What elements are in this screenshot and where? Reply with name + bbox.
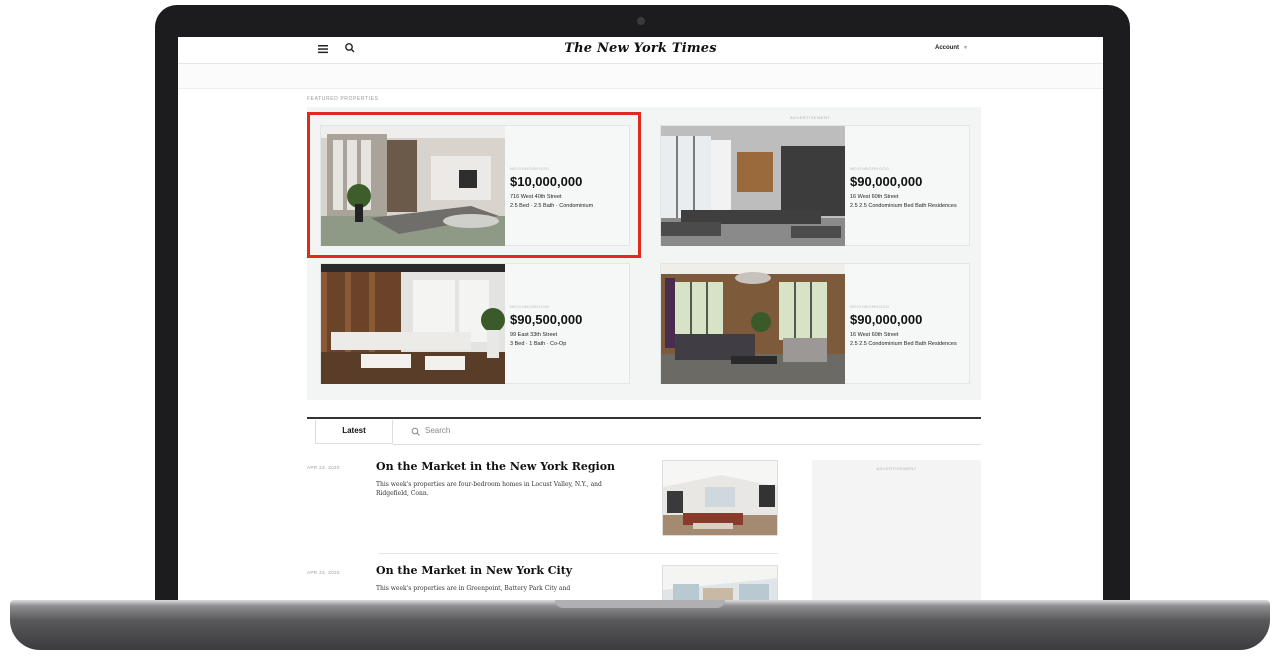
article-date: APR 23, 2020 xyxy=(307,570,340,575)
card-details: 2.5 2.5 Condominium Bed Bath Residences xyxy=(850,341,957,347)
property-photo[interactable] xyxy=(661,126,845,246)
card-details: 3 Bed · 1 Bath · Co-Op xyxy=(510,341,567,347)
article-summary: This week's properties are four-bedroom … xyxy=(376,481,602,497)
highlight-annotation xyxy=(307,112,641,258)
card-details: 2.5 2.5 Condominium Bed Bath Residences xyxy=(850,203,957,209)
card-address: 99 East 33th Street xyxy=(510,332,558,338)
search-placeholder: Search xyxy=(425,426,451,435)
article-thumbnail[interactable] xyxy=(662,460,778,536)
property-photo[interactable] xyxy=(661,264,845,384)
account-button[interactable]: Account xyxy=(935,45,959,51)
card-price[interactable]: $90,000,000 xyxy=(850,174,922,189)
article-title[interactable]: On the Market in New York City xyxy=(376,564,572,577)
ad-label: ADVERTISEMENT xyxy=(790,115,831,120)
property-card[interactable]: NEIGHBORHOOD $90,000,000 16 West 60th St… xyxy=(660,125,970,246)
card-price[interactable]: $90,500,000 xyxy=(510,312,582,327)
card-address: 16 West 60th Street xyxy=(850,194,899,200)
property-photo[interactable] xyxy=(321,264,505,384)
card-neighborhood: NEIGHBORHOOD xyxy=(510,304,550,309)
card-neighborhood: NEIGHBORHOOD xyxy=(850,166,890,171)
featured-section-label: FEATURED PROPERTIES xyxy=(307,96,379,102)
search-tab[interactable]: Search xyxy=(411,424,811,440)
property-card[interactable]: NEIGHBORHOOD $90,500,000 99 East 33th St… xyxy=(320,263,630,384)
article-date: APR 23, 2020 xyxy=(307,465,340,470)
article-title[interactable]: On the Market in the New York Region xyxy=(376,460,615,473)
tabs-baseline xyxy=(393,444,981,445)
search-icon xyxy=(411,427,420,436)
article-summary: This week's properties are in Greenpoint… xyxy=(376,585,571,592)
tabs-divider xyxy=(307,417,981,419)
camera-icon xyxy=(637,17,645,25)
ad-label: ADVERTISEMENT xyxy=(876,466,917,471)
card-price[interactable]: $90,000,000 xyxy=(850,312,922,327)
sidebar-advertisement[interactable]: ADVERTISEMENT xyxy=(812,460,981,600)
tab-latest[interactable]: Latest xyxy=(315,420,393,444)
article-thumbnail[interactable] xyxy=(662,565,778,600)
laptop-notch xyxy=(555,600,725,608)
chevron-down-icon[interactable]: ▼ xyxy=(963,45,968,51)
browser-screen: The New York Times Account ▼ FEATURED PR… xyxy=(178,37,1103,600)
card-address: 16 West 60th Street xyxy=(850,332,899,338)
property-card[interactable]: NEIGHBORHOOD $90,000,000 16 West 60th St… xyxy=(660,263,970,384)
card-neighborhood: NEIGHBORHOOD xyxy=(850,304,890,309)
article-divider xyxy=(378,553,778,554)
section-nav-bar xyxy=(178,64,1103,89)
site-header: The New York Times Account ▼ xyxy=(178,37,1103,64)
